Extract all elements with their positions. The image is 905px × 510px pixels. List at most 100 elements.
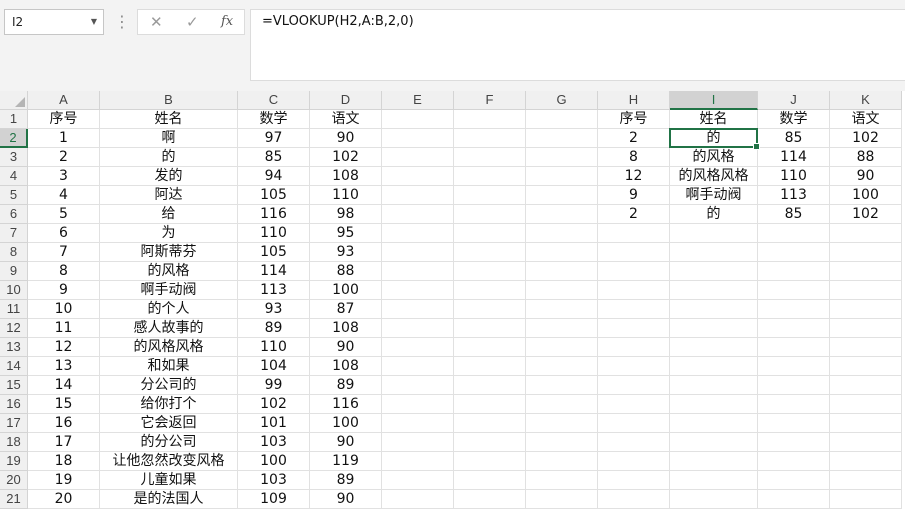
cell-d17[interactable]: 100 — [310, 414, 382, 433]
cell-c11[interactable]: 93 — [238, 300, 310, 319]
cell-f5[interactable] — [454, 186, 526, 205]
cell-c1[interactable]: 数学 — [238, 110, 310, 129]
cell-g10[interactable] — [526, 281, 598, 300]
cell-e18[interactable] — [382, 433, 454, 452]
cell-c2[interactable]: 97 — [238, 129, 310, 148]
cell-a17[interactable]: 16 — [28, 414, 100, 433]
cell-k21[interactable] — [830, 490, 902, 509]
cell-i11[interactable] — [670, 300, 758, 319]
cell-g18[interactable] — [526, 433, 598, 452]
row-header-12[interactable]: 12 — [0, 319, 28, 338]
cell-e16[interactable] — [382, 395, 454, 414]
cell-a4[interactable]: 3 — [28, 167, 100, 186]
cell-h5[interactable]: 9 — [598, 186, 670, 205]
cell-j2[interactable]: 85 — [758, 129, 830, 148]
cell-e1[interactable] — [382, 110, 454, 129]
cell-f14[interactable] — [454, 357, 526, 376]
column-header-h[interactable]: H — [598, 91, 670, 110]
cell-d3[interactable]: 102 — [310, 148, 382, 167]
cell-b7[interactable]: 为 — [100, 224, 238, 243]
cell-b2[interactable]: 啊 — [100, 129, 238, 148]
cell-e11[interactable] — [382, 300, 454, 319]
cell-f8[interactable] — [454, 243, 526, 262]
cell-a2[interactable]: 1 — [28, 129, 100, 148]
cell-j5[interactable]: 113 — [758, 186, 830, 205]
cell-j20[interactable] — [758, 471, 830, 490]
cell-j18[interactable] — [758, 433, 830, 452]
column-header-e[interactable]: E — [382, 91, 454, 110]
row-header-21[interactable]: 21 — [0, 490, 28, 509]
cell-a7[interactable]: 6 — [28, 224, 100, 243]
row-header-5[interactable]: 5 — [0, 186, 28, 205]
cell-j9[interactable] — [758, 262, 830, 281]
cell-h11[interactable] — [598, 300, 670, 319]
cell-e15[interactable] — [382, 376, 454, 395]
column-header-d[interactable]: D — [310, 91, 382, 110]
cell-k8[interactable] — [830, 243, 902, 262]
cell-k5[interactable]: 100 — [830, 186, 902, 205]
more-options-icon[interactable]: ⋮ — [114, 10, 130, 34]
cell-i12[interactable] — [670, 319, 758, 338]
cell-g15[interactable] — [526, 376, 598, 395]
cell-f4[interactable] — [454, 167, 526, 186]
cell-k7[interactable] — [830, 224, 902, 243]
cell-g12[interactable] — [526, 319, 598, 338]
cell-a8[interactable]: 7 — [28, 243, 100, 262]
cell-b10[interactable]: 啊手动阀 — [100, 281, 238, 300]
row-header-19[interactable]: 19 — [0, 452, 28, 471]
cell-d7[interactable]: 95 — [310, 224, 382, 243]
row-header-9[interactable]: 9 — [0, 262, 28, 281]
cell-b4[interactable]: 发的 — [100, 167, 238, 186]
cell-d16[interactable]: 116 — [310, 395, 382, 414]
cell-h16[interactable] — [598, 395, 670, 414]
cell-j10[interactable] — [758, 281, 830, 300]
cell-k16[interactable] — [830, 395, 902, 414]
cell-c6[interactable]: 116 — [238, 205, 310, 224]
cell-f19[interactable] — [454, 452, 526, 471]
cell-c5[interactable]: 105 — [238, 186, 310, 205]
cell-a16[interactable]: 15 — [28, 395, 100, 414]
cell-i4[interactable]: 的风格风格 — [670, 167, 758, 186]
cell-d1[interactable]: 语文 — [310, 110, 382, 129]
row-header-18[interactable]: 18 — [0, 433, 28, 452]
cell-k9[interactable] — [830, 262, 902, 281]
cell-a10[interactable]: 9 — [28, 281, 100, 300]
cell-h4[interactable]: 12 — [598, 167, 670, 186]
cell-i14[interactable] — [670, 357, 758, 376]
cell-a15[interactable]: 14 — [28, 376, 100, 395]
cell-i6[interactable]: 的 — [670, 205, 758, 224]
cell-h7[interactable] — [598, 224, 670, 243]
cell-e2[interactable] — [382, 129, 454, 148]
cell-b3[interactable]: 的 — [100, 148, 238, 167]
cell-g4[interactable] — [526, 167, 598, 186]
cell-j7[interactable] — [758, 224, 830, 243]
cell-k18[interactable] — [830, 433, 902, 452]
cell-c3[interactable]: 85 — [238, 148, 310, 167]
cell-c19[interactable]: 100 — [238, 452, 310, 471]
cell-c12[interactable]: 89 — [238, 319, 310, 338]
cell-i8[interactable] — [670, 243, 758, 262]
cell-c14[interactable]: 104 — [238, 357, 310, 376]
cell-c18[interactable]: 103 — [238, 433, 310, 452]
cell-i19[interactable] — [670, 452, 758, 471]
column-header-f[interactable]: F — [454, 91, 526, 110]
cell-f20[interactable] — [454, 471, 526, 490]
cell-e9[interactable] — [382, 262, 454, 281]
cell-i2[interactable]: 的 — [670, 129, 758, 148]
cell-i16[interactable] — [670, 395, 758, 414]
cell-b19[interactable]: 让他忽然改变风格 — [100, 452, 238, 471]
cell-j15[interactable] — [758, 376, 830, 395]
cell-d5[interactable]: 110 — [310, 186, 382, 205]
cell-g2[interactable] — [526, 129, 598, 148]
cell-d21[interactable]: 90 — [310, 490, 382, 509]
column-header-a[interactable]: A — [28, 91, 100, 110]
cell-h15[interactable] — [598, 376, 670, 395]
row-header-17[interactable]: 17 — [0, 414, 28, 433]
cell-d18[interactable]: 90 — [310, 433, 382, 452]
cell-a14[interactable]: 13 — [28, 357, 100, 376]
cell-k17[interactable] — [830, 414, 902, 433]
row-header-14[interactable]: 14 — [0, 357, 28, 376]
cell-k19[interactable] — [830, 452, 902, 471]
row-header-10[interactable]: 10 — [0, 281, 28, 300]
cell-a20[interactable]: 19 — [28, 471, 100, 490]
